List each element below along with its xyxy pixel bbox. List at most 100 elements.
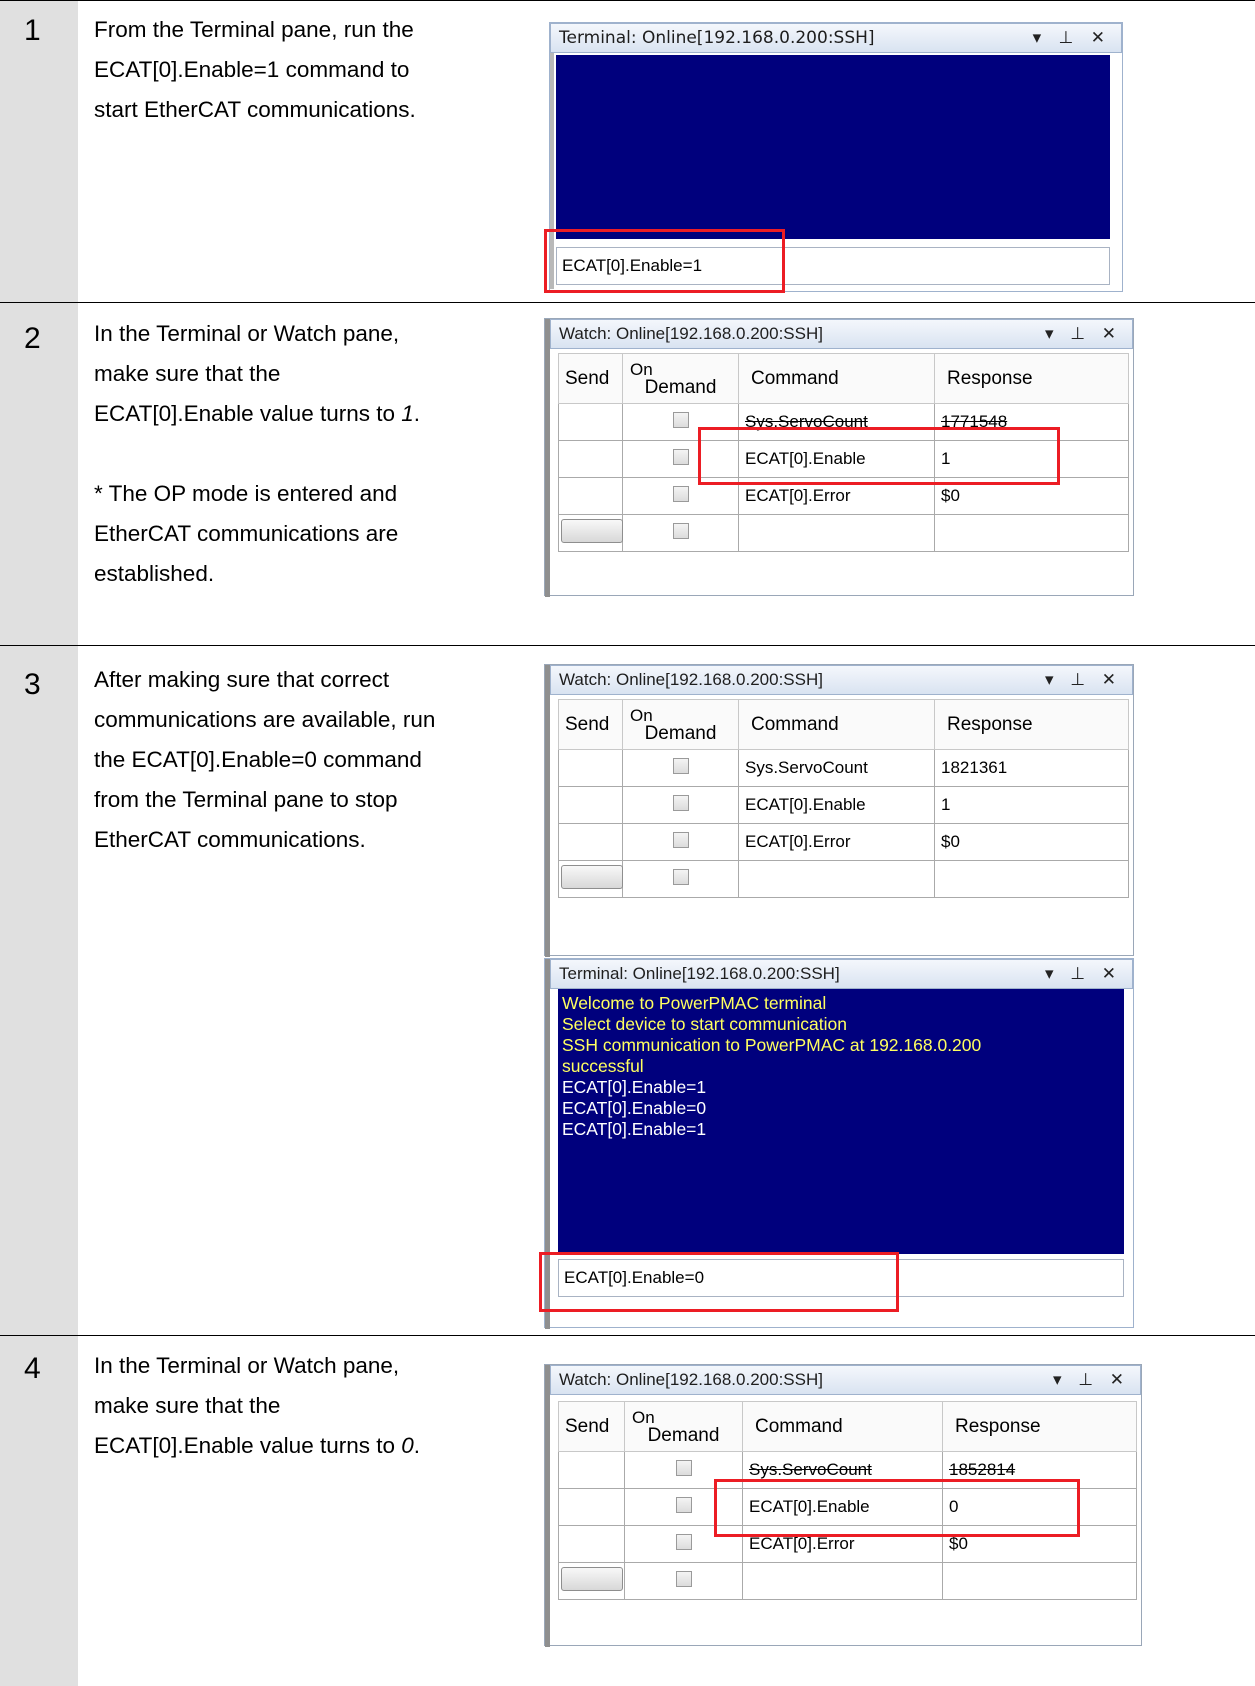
pane-title: Terminal: Online[192.168.0.200:SSH]	[559, 964, 840, 983]
scrollbar[interactable]	[545, 1365, 550, 1647]
step-line: from the Terminal pane to stop	[94, 787, 398, 812]
step-line: the ECAT[0].Enable=0 command	[94, 747, 422, 772]
scrollbar[interactable]	[545, 319, 550, 597]
highlight-box	[714, 1479, 1080, 1537]
pane-titlebar: Watch: Online[192.168.0.200:SSH] ▾ ⊥ ✕	[550, 665, 1133, 695]
column-header-send[interactable]: Send	[558, 1401, 625, 1452]
step-line: After making sure that correct	[94, 667, 390, 692]
highlight-box	[539, 1252, 899, 1312]
command-cell[interactable]	[738, 860, 935, 898]
column-header-command[interactable]: Command	[742, 1401, 943, 1452]
on-demand-checkbox[interactable]	[672, 411, 689, 428]
column-header-on-demand[interactable]: On Demand	[622, 699, 739, 750]
step-line: start EtherCAT communications.	[94, 97, 416, 122]
on-demand-checkbox[interactable]	[675, 1496, 692, 1513]
step-line: In the Terminal or Watch pane,	[94, 321, 400, 346]
table-row[interactable]	[558, 514, 1129, 552]
terminal-line: Select device to start communication	[562, 1014, 847, 1034]
watch-table: Send On Demand Command Response Sys.Servo…	[558, 699, 1129, 898]
on-demand-checkbox[interactable]	[675, 1459, 692, 1476]
response-cell: 1821361	[934, 749, 1129, 787]
row-divider	[0, 302, 1255, 303]
step-number: 1	[24, 14, 41, 47]
column-header-response[interactable]: Response	[934, 699, 1129, 750]
step-line: In the Terminal or Watch pane,	[94, 1353, 400, 1378]
table-row[interactable]: Sys.ServoCount 1821361	[558, 749, 1129, 787]
step-number: 3	[24, 668, 41, 701]
pane-title: Watch: Online[192.168.0.200:SSH]	[559, 1370, 823, 1389]
step-line: communications are available, run	[94, 707, 436, 732]
command-cell[interactable]	[742, 1562, 943, 1600]
step-note: EtherCAT communications are	[94, 521, 399, 546]
table-row[interactable]	[558, 860, 1129, 898]
on-demand-checkbox[interactable]	[672, 757, 689, 774]
step-line: ECAT[0].Enable value turns to 0.	[94, 1433, 421, 1458]
column-header-send[interactable]: Send	[558, 699, 623, 750]
table-row[interactable]: ECAT[0].Error $0	[558, 823, 1129, 861]
on-demand-checkbox[interactable]	[675, 1570, 692, 1587]
column-header-response[interactable]: Response	[934, 353, 1129, 404]
step-note: established.	[94, 561, 215, 586]
watch-pane: Watch: Online[192.168.0.200:SSH] ▾ ⊥ ✕ S…	[544, 664, 1134, 957]
pane-controls-icon[interactable]: ▾ ⊥ ✕	[1033, 24, 1111, 52]
response-cell: 1	[934, 786, 1129, 824]
on-demand-checkbox[interactable]	[672, 485, 689, 502]
pane-controls-icon[interactable]: ▾ ⊥ ✕	[1045, 320, 1122, 348]
on-demand-checkbox[interactable]	[672, 794, 689, 811]
highlight-box	[698, 427, 1060, 485]
pane-title: Watch: Online[192.168.0.200:SSH]	[559, 670, 823, 689]
column-header-send[interactable]: Send	[558, 353, 623, 404]
on-demand-checkbox[interactable]	[672, 831, 689, 848]
pane-titlebar: Watch: Online[192.168.0.200:SSH] ▾ ⊥ ✕	[550, 1365, 1141, 1395]
on-demand-checkbox[interactable]	[675, 1533, 692, 1550]
terminal-line: ECAT[0].Enable=0	[562, 1098, 707, 1118]
step-number: 4	[24, 1352, 41, 1385]
row-divider	[0, 1335, 1255, 1336]
command-cell[interactable]	[738, 514, 935, 552]
pane-titlebar: Terminal: Online[192.168.0.200:SSH] ▾ ⊥ …	[550, 23, 1122, 53]
response-cell	[934, 514, 1129, 552]
step-line: From the Terminal pane, run the	[94, 17, 414, 42]
pane-controls-icon[interactable]: ▾ ⊥ ✕	[1045, 666, 1122, 694]
step-number-column	[0, 0, 78, 1686]
response-cell	[934, 860, 1129, 898]
step-line: make sure that the	[94, 1393, 281, 1418]
pane-controls-icon[interactable]: ▾ ⊥ ✕	[1045, 960, 1122, 988]
command-cell[interactable]: ECAT[0].Enable	[738, 786, 935, 824]
step-note: * The OP mode is entered and	[94, 481, 398, 506]
on-demand-checkbox[interactable]	[672, 448, 689, 465]
column-header-on-demand[interactable]: On Demand	[622, 353, 739, 404]
column-header-command[interactable]: Command	[738, 353, 935, 404]
terminal-output	[556, 55, 1110, 239]
step-number: 2	[24, 322, 41, 355]
step-line: ECAT[0].Enable=1 command to	[94, 57, 410, 82]
step-instructions: After making sure that correct communica…	[94, 660, 524, 860]
scrollbar[interactable]	[545, 665, 550, 957]
table-row[interactable]: ECAT[0].Enable 1	[558, 786, 1129, 824]
on-demand-checkbox[interactable]	[672, 868, 689, 885]
column-header-command[interactable]: Command	[738, 699, 935, 750]
send-button[interactable]	[561, 864, 623, 889]
step-instructions: In the Terminal or Watch pane, make sure…	[94, 314, 524, 594]
pane-controls-icon[interactable]: ▾ ⊥ ✕	[1053, 1366, 1130, 1394]
pane-title: Watch: Online[192.168.0.200:SSH]	[559, 324, 823, 343]
pane-titlebar: Watch: Online[192.168.0.200:SSH] ▾ ⊥ ✕	[550, 319, 1133, 349]
column-header-response[interactable]: Response	[942, 1401, 1137, 1452]
send-button[interactable]	[561, 1566, 623, 1591]
on-demand-checkbox[interactable]	[672, 522, 689, 539]
step-line: EtherCAT communications.	[94, 827, 366, 852]
terminal-line: SSH communication to PowerPMAC at 192.16…	[562, 1035, 982, 1055]
response-cell: $0	[934, 823, 1129, 861]
command-cell[interactable]: Sys.ServoCount	[738, 749, 935, 787]
table-row[interactable]	[558, 1562, 1137, 1600]
step-line: make sure that the	[94, 361, 281, 386]
terminal-line: ECAT[0].Enable=1	[562, 1077, 707, 1097]
send-button[interactable]	[561, 518, 623, 543]
step-instructions: From the Terminal pane, run the ECAT[0].…	[94, 10, 524, 130]
command-cell[interactable]: ECAT[0].Error	[738, 823, 935, 861]
row-divider	[0, 645, 1255, 646]
terminal-output: Welcome to PowerPMAC terminal Select dev…	[558, 989, 1124, 1254]
pane-titlebar: Terminal: Online[192.168.0.200:SSH] ▾ ⊥ …	[550, 959, 1133, 989]
row-divider	[0, 0, 1255, 1]
column-header-on-demand[interactable]: On Demand	[624, 1401, 743, 1452]
